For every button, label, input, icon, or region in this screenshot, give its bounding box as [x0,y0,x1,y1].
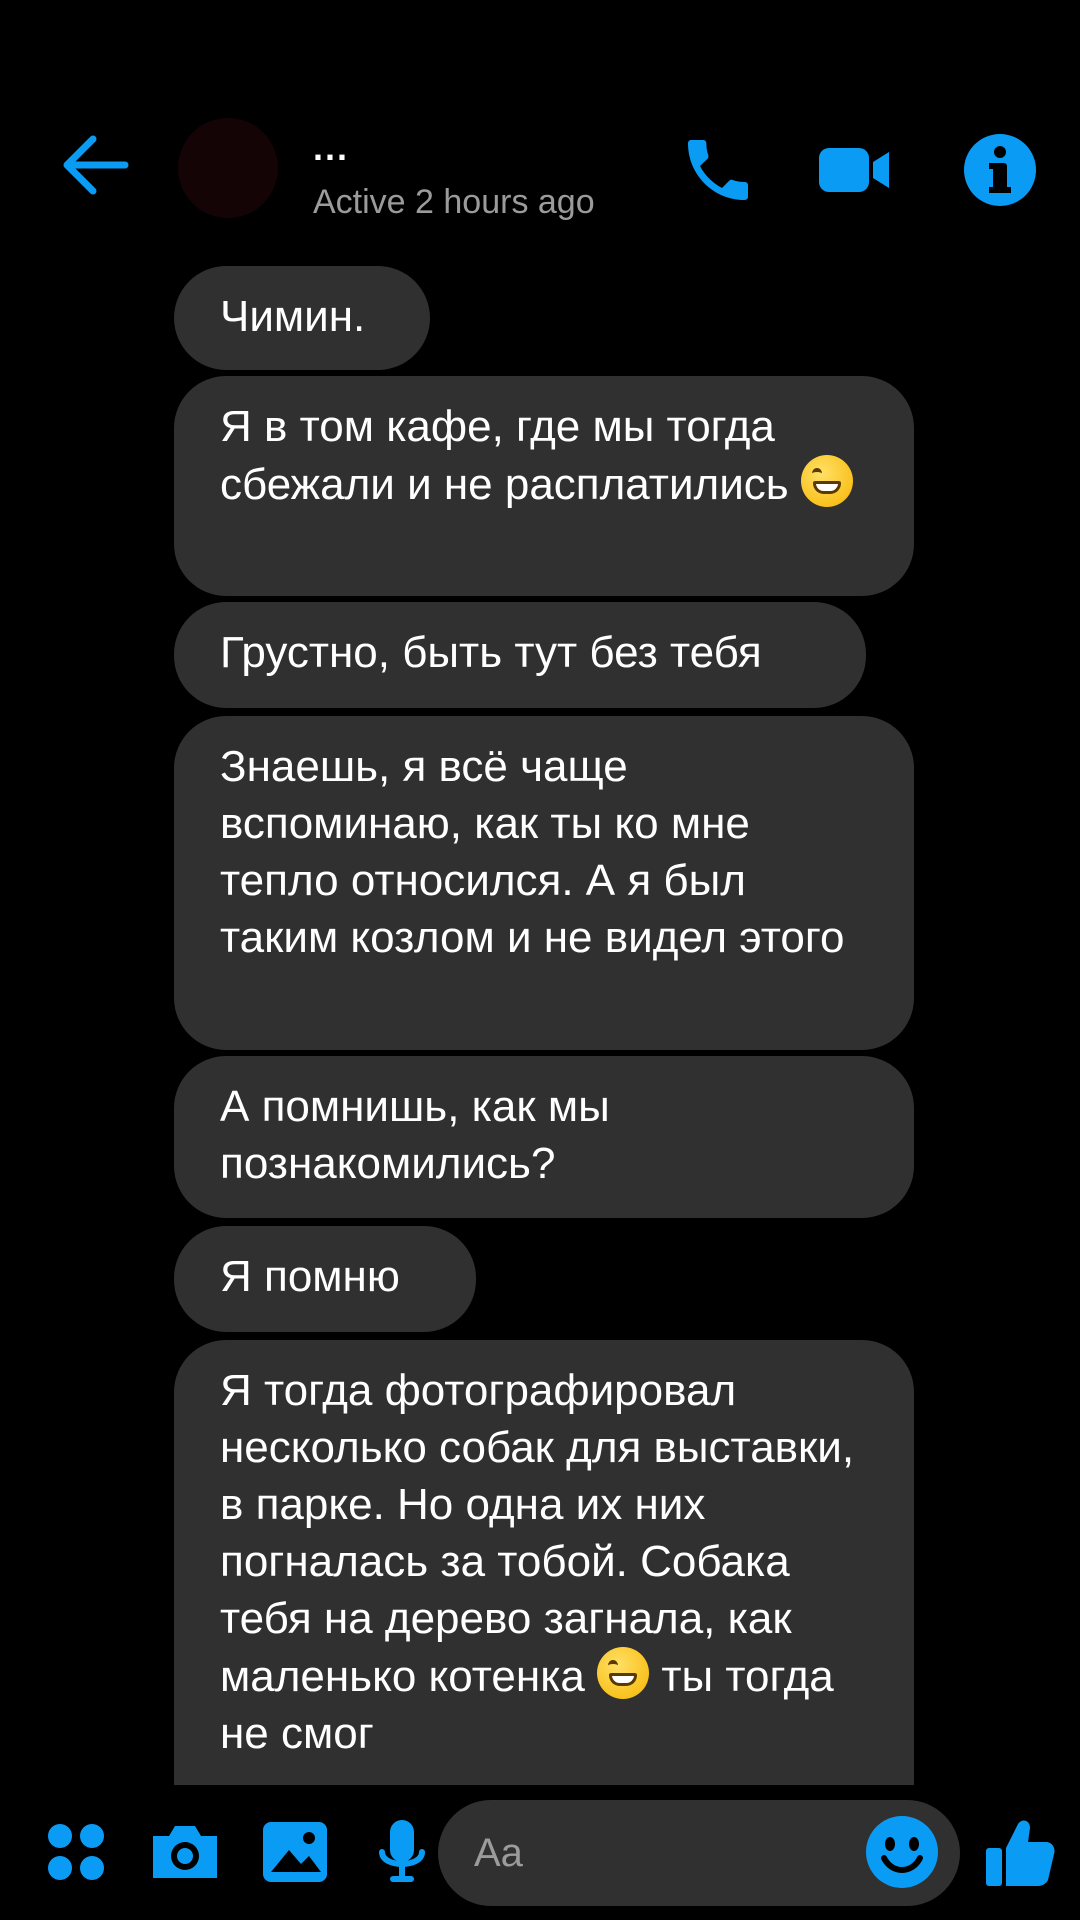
emoji-button[interactable] [862,1812,942,1892]
phone-icon [688,140,748,200]
message-text: Я помню [220,1252,400,1301]
message-text: Чимин. [220,292,366,341]
microphone-icon [379,1820,425,1882]
gallery-button[interactable] [255,1812,335,1892]
back-button[interactable] [55,125,135,205]
voice-message-button[interactable] [362,1812,442,1892]
message-bubble[interactable]: Знаешь, я всё чаще вспоминаю, как ты ко … [174,716,914,1050]
avatar[interactable] [178,118,278,218]
thumbs-up-icon [986,1820,1055,1886]
camera-button[interactable] [145,1812,225,1892]
message-text: Я тогда фотографировал несколько собак д… [220,1366,855,1701]
video-camera-icon [819,148,889,192]
chat-header: ... Active 2 hours ago [0,0,1080,260]
grinning-emoji-icon [800,455,853,507]
contact-name[interactable]: ... [313,128,349,168]
message-text: Я в том кафе, где мы тогда сбежали и не … [220,402,789,509]
smiley-icon [866,1816,938,1888]
message-bubble[interactable]: Грустно, быть тут без тебя [174,602,866,708]
info-button[interactable] [960,130,1040,210]
message-bubble[interactable]: Я помню [174,1226,476,1332]
camera-icon [153,1826,217,1878]
message-bubble[interactable]: А помнишь, как мы познакомились? [174,1056,914,1218]
grinning-emoji-icon [597,1647,650,1699]
more-actions-button[interactable] [38,1812,118,1892]
info-icon [964,134,1036,206]
message-text: Знаешь, я всё чаще вспоминаю, как ты ко … [220,742,845,962]
active-status: Active 2 hours ago [313,183,595,221]
message-list[interactable]: Чимин. Я в том кафе, где мы тогда сбежал… [0,260,1080,1785]
four-dots-icon [48,1824,104,1880]
message-text: А помнишь, как мы познакомились? [220,1082,610,1188]
call-button[interactable] [678,130,758,210]
message-bubble[interactable]: Я в том кафе, где мы тогда сбежали и не … [174,376,914,596]
video-call-button[interactable] [815,130,895,210]
like-button[interactable] [980,1812,1060,1892]
message-bubble[interactable]: Я тогда фотографировал несколько собак д… [174,1340,914,1785]
message-text: Грустно, быть тут без тебя [220,628,762,677]
message-bubble[interactable]: Чимин. [174,266,430,370]
arrow-left-icon [63,135,129,195]
image-icon [263,1822,327,1882]
